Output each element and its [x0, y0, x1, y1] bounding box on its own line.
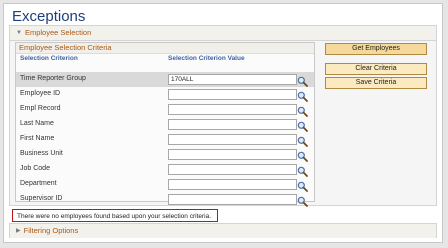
criterion-value-input[interactable] [168, 194, 297, 205]
criteria-row: Time Reporter Group 170ALL [16, 72, 314, 87]
selection-criteria-grid: Employee Selection Criteria Selection Cr… [15, 42, 315, 207]
magnifier-icon[interactable] [297, 74, 308, 87]
criteria-row: Department [16, 177, 314, 192]
criterion-value-input[interactable] [168, 149, 297, 160]
criterion-value-input[interactable] [168, 179, 297, 190]
column-header-value: Selection Criterion Value [168, 55, 245, 62]
magnifier-icon[interactable] [297, 119, 308, 132]
criterion-label: Supervisor ID [20, 195, 63, 202]
filtering-options-header[interactable]: ▶ Filtering Options [10, 224, 436, 238]
criteria-row: Job Code [16, 162, 314, 177]
criteria-grid-title: Employee Selection Criteria [16, 43, 314, 54]
magnifier-icon[interactable] [297, 164, 308, 177]
magnifier-icon[interactable] [297, 149, 308, 162]
criterion-label: Last Name [20, 120, 54, 127]
criterion-label: Empl Record [20, 105, 61, 112]
page-title: Exceptions [12, 8, 86, 25]
criterion-label: Department [20, 180, 57, 187]
magnifier-icon[interactable] [297, 89, 308, 102]
criterion-value-input[interactable] [168, 119, 297, 130]
criteria-row: First Name [16, 132, 314, 147]
criterion-value-input[interactable] [168, 89, 297, 100]
criterion-value-input[interactable] [168, 104, 297, 115]
get-employees-button[interactable]: Get Employees [325, 43, 427, 55]
save-criteria-button[interactable]: Save Criteria [325, 77, 427, 89]
employee-selection-header[interactable]: ▼ Employee Selection [10, 26, 436, 41]
criterion-label: Business Unit [20, 150, 63, 157]
filtering-options-label: Filtering Options [23, 226, 79, 235]
triangle-right-icon: ▶ [16, 228, 21, 234]
triangle-down-icon: ▼ [16, 30, 22, 36]
exceptions-page: Exceptions ▼ Employee Selection Employee … [3, 3, 443, 243]
criterion-label: Time Reporter Group [20, 75, 86, 82]
filtering-options-section: ▶ Filtering Options [9, 223, 437, 238]
criterion-label: Employee ID [20, 90, 61, 97]
magnifier-icon[interactable] [297, 179, 308, 192]
employee-selection-section: ▼ Employee Selection Employee Selection C… [9, 25, 437, 207]
magnifier-icon[interactable] [297, 134, 308, 147]
column-header-criterion: Selection Criterion [20, 55, 78, 62]
criterion-value-input[interactable] [168, 164, 297, 175]
criterion-value-input[interactable] [168, 134, 297, 145]
criteria-row: Last Name [16, 117, 314, 132]
employee-selection-label: Employee Selection [24, 28, 92, 37]
criteria-row: Empl Record [16, 102, 314, 117]
criteria-row: Employee ID [16, 87, 314, 102]
criteria-row: Supervisor ID [16, 192, 314, 207]
criteria-row: Business Unit [16, 147, 314, 162]
magnifier-icon[interactable] [297, 194, 308, 207]
clear-criteria-button[interactable]: Clear Criteria [325, 63, 427, 75]
criterion-label: First Name [20, 135, 55, 142]
criterion-label: Job Code [20, 165, 50, 172]
criterion-value-input[interactable]: 170ALL [168, 74, 297, 85]
status-message: There were no employees found based upon… [12, 209, 218, 222]
magnifier-icon[interactable] [297, 104, 308, 117]
